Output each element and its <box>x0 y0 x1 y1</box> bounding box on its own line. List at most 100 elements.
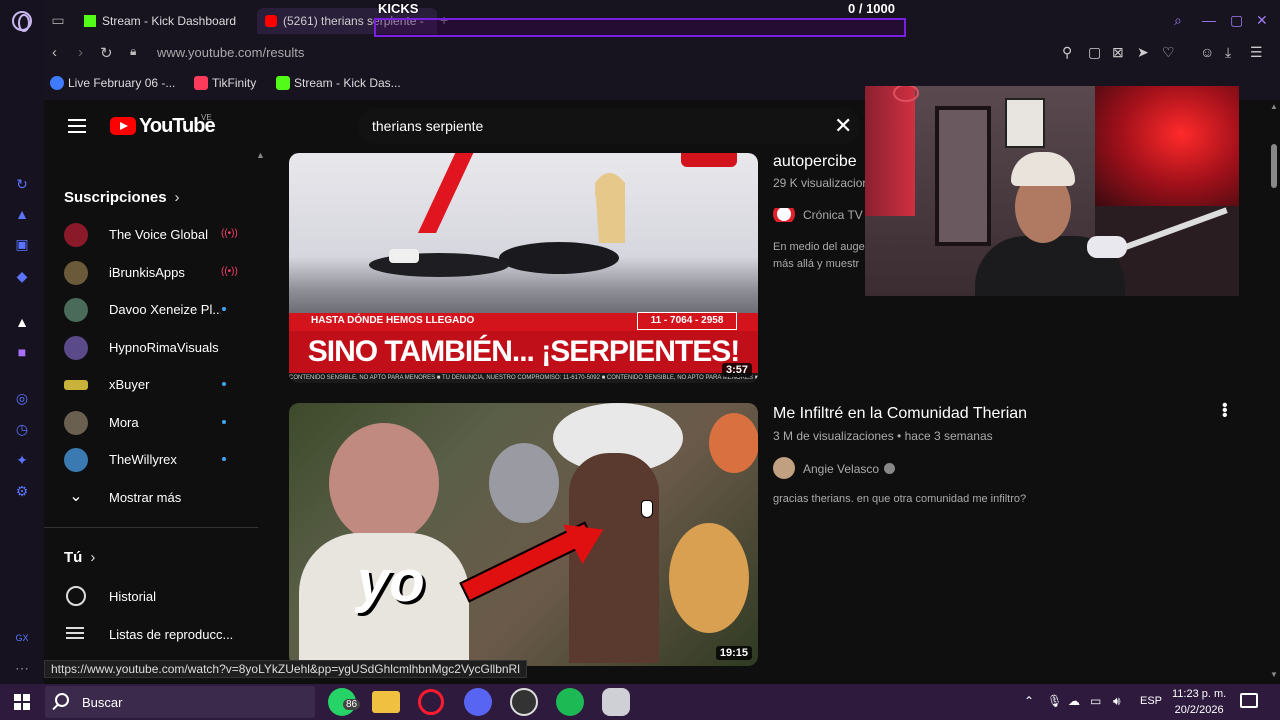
back-icon[interactable]: ‹ <box>52 44 57 61</box>
bookmark-favicon-icon <box>276 76 290 90</box>
scroll-down-icon[interactable]: ▼ <box>1270 670 1278 679</box>
discord-icon[interactable] <box>464 688 492 716</box>
app-icon[interactable] <box>602 688 630 716</box>
bookmark-favicon-icon <box>194 76 208 90</box>
video-duration: 3:57 <box>721 363 752 377</box>
clear-search-icon[interactable]: ✕ <box>834 113 852 139</box>
snapshot-icon[interactable]: ▢ <box>1088 44 1101 61</box>
taskbar-search[interactable]: Buscar <box>45 686 315 718</box>
menu-icon[interactable]: ☰ <box>1250 44 1263 61</box>
sidebar-sub-item[interactable]: iBrunkisApps ((•)) <box>64 257 250 287</box>
lock-icon[interactable]: 🔒︎ <box>130 44 136 59</box>
workspace-icon[interactable]: ▭ <box>50 12 66 28</box>
youtube-logo-icon[interactable] <box>110 117 136 135</box>
show-hidden-icons-icon[interactable]: ⌃ <box>1024 694 1034 708</box>
video-title[interactable]: Me Infiltré en la Comunidad Therian <box>773 405 1193 423</box>
heart-icon[interactable]: ♡ <box>1162 44 1175 61</box>
channel-link[interactable]: Crónica TV <box>773 208 865 222</box>
video-description: gracias therians. en que otra comunidad … <box>773 493 1027 505</box>
player-icon[interactable]: ◎ <box>14 390 30 406</box>
notifications-icon[interactable] <box>1240 693 1258 708</box>
avatar <box>64 298 88 322</box>
country-code: VE <box>201 113 212 122</box>
bookmark-item[interactable]: TikFinity <box>194 76 256 90</box>
microphone-icon[interactable]: 🎙︎ <box>1047 694 1062 708</box>
more-actions-icon[interactable]: • • • <box>1222 398 1228 424</box>
whatsapp-badge: 86 <box>343 699 361 710</box>
twitch-icon[interactable]: ■ <box>14 344 30 360</box>
download-icon[interactable]: ⤓ <box>1225 44 1231 61</box>
messenger-icon[interactable]: ◆ <box>14 268 30 284</box>
obs-icon[interactable] <box>510 688 538 716</box>
opera-gx-taskbar-icon[interactable] <box>418 689 444 715</box>
bookmark-item[interactable]: Stream - Kick Das... <box>276 76 401 90</box>
account-icon[interactable]: ☺ <box>1200 44 1214 60</box>
bookmark-item[interactable]: Live February 06 -... <box>50 76 175 90</box>
pin-icon[interactable]: ⚲ <box>1062 44 1072 61</box>
avatar <box>64 380 88 390</box>
chevron-right-icon: › <box>174 189 180 206</box>
sidebar-sub-item[interactable]: Davoo Xeneize Pl... <box>64 294 250 324</box>
bookmark-label: TikFinity <box>212 76 257 90</box>
subscriptions-heading[interactable]: Suscripciones › <box>64 189 180 206</box>
network-icon[interactable]: ▭ <box>1090 694 1101 708</box>
send-icon[interactable]: ➤ <box>1137 44 1149 61</box>
maximize-icon[interactable]: ▢ <box>1230 12 1243 29</box>
sub-name: TheWillyrex <box>109 452 177 467</box>
adblock-icon[interactable]: ⊠ <box>1112 44 1124 61</box>
show-more-button[interactable]: ⌄ Mostrar más <box>64 482 250 512</box>
scrollbar-thumb[interactable] <box>1271 144 1277 188</box>
scroll-up-icon[interactable]: ▲ <box>1270 102 1278 111</box>
image-icon[interactable]: ▣ <box>14 236 30 252</box>
opera-gx-logo-icon[interactable] <box>12 11 32 32</box>
history-icon[interactable]: ◷ <box>14 421 30 437</box>
language-indicator[interactable]: ESP <box>1140 695 1162 707</box>
windows-start-icon[interactable] <box>14 694 30 710</box>
sidebar-sub-item[interactable]: HypnoRimaVisuals <box>64 332 250 362</box>
search-box[interactable]: therians serpiente ✕ <box>358 108 860 144</box>
tab-label: Stream - Kick Dashboard <box>102 14 237 28</box>
channel-name: Angie Velasco <box>803 462 880 476</box>
video-thumbnail[interactable]: yo 19:15 <box>289 403 758 666</box>
search-input[interactable]: therians serpiente <box>372 118 812 134</box>
sidebar-scroll-up-icon[interactable]: ▲ <box>256 150 265 160</box>
you-heading[interactable]: Tú › <box>64 549 95 566</box>
thumb-ticker-text: CONTENIDO SENSIBLE, NO APTO PARA MENORES… <box>289 373 758 383</box>
channel-link[interactable]: Angie Velasco <box>773 457 896 479</box>
avatar <box>64 336 88 360</box>
refresh-icon[interactable]: ↻ <box>14 176 30 192</box>
minimize-icon[interactable]: — <box>1202 12 1216 28</box>
volume-icon[interactable]: 🔊︎ <box>1113 694 1121 709</box>
mouse-cursor-icon <box>641 500 653 518</box>
sidebar-item-history[interactable]: Historial <box>109 589 156 604</box>
spotify-icon[interactable] <box>556 688 584 716</box>
sub-name: HypnoRimaVisuals <box>109 340 219 355</box>
extensions-icon[interactable]: ✦ <box>14 452 30 468</box>
taskbar-clock[interactable]: 11:23 p. m. 20/2/2026 <box>1172 686 1226 718</box>
heading-label: Suscripciones <box>64 189 167 206</box>
thumb-mask-image <box>489 443 559 523</box>
close-window-icon[interactable]: ✕ <box>1256 12 1268 29</box>
settings-icon[interactable]: ⚙ <box>14 483 30 499</box>
search-tabs-icon[interactable]: ⌕ <box>1174 12 1182 29</box>
file-explorer-icon[interactable] <box>372 691 400 713</box>
cloud-icon[interactable]: ☁ <box>1068 694 1080 708</box>
more-icon[interactable]: ⋯ <box>14 660 30 676</box>
reload-icon[interactable]: ↻ <box>100 44 113 62</box>
shopping-icon[interactable]: ▲ <box>14 206 30 222</box>
video-title[interactable]: autopercibe <box>773 153 863 171</box>
gx-badge-icon[interactable]: GX <box>14 630 30 646</box>
url-field[interactable]: www.youtube.com/results <box>157 45 304 60</box>
sidebar-sub-item[interactable]: The Voice Global ((•)) <box>64 219 250 249</box>
video-thumbnail[interactable]: HASTA DÓNDE HEMOS LLEGADO 11 - 7064 - 29… <box>289 153 758 383</box>
sidebar-item-playlists[interactable]: Listas de reproducc... <box>109 627 233 642</box>
hamburger-menu-icon[interactable] <box>68 119 86 133</box>
sidebar-sub-item[interactable]: Mora <box>64 407 250 437</box>
forward-icon[interactable]: › <box>78 44 83 61</box>
page-scrollbar[interactable]: ▲ ▼ <box>1268 100 1280 684</box>
show-more-label: Mostrar más <box>109 490 182 505</box>
sidebar-sub-item[interactable]: TheWillyrex <box>64 444 250 474</box>
tab-kick-dashboard[interactable]: Stream - Kick Dashboard <box>76 8 248 34</box>
sidebar-sub-item[interactable]: xBuyer <box>64 369 250 399</box>
kick-icon[interactable]: ▲ <box>14 314 30 330</box>
